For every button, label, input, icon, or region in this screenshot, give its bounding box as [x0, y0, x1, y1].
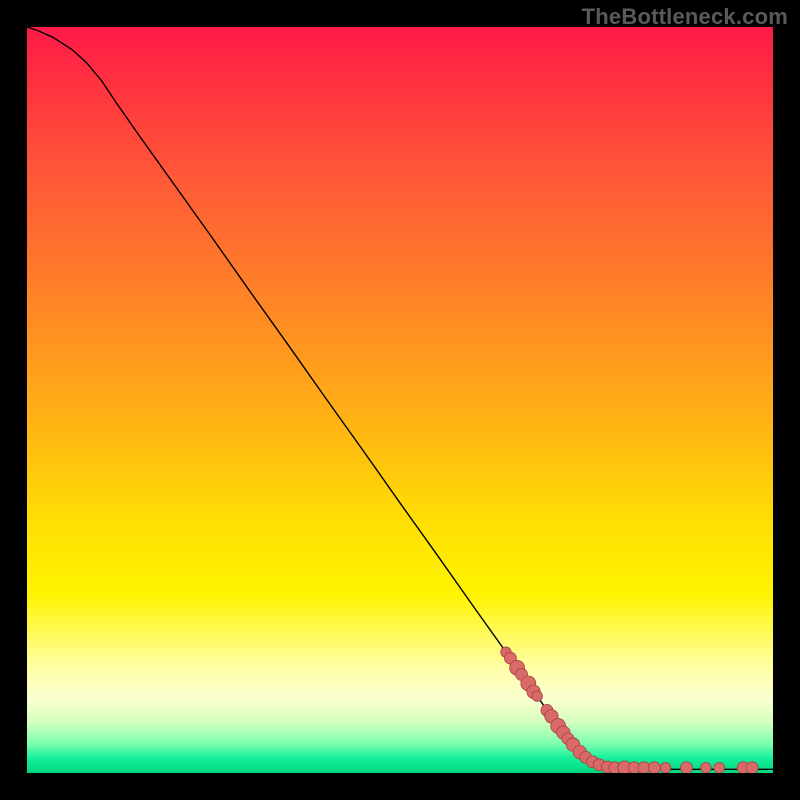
data-point	[714, 763, 724, 773]
data-point	[680, 762, 692, 773]
main-curve	[27, 27, 773, 769]
data-points-group	[501, 647, 758, 773]
data-point	[660, 763, 670, 773]
chart-svg-overlay	[27, 27, 773, 773]
watermark-text: TheBottleneck.com	[582, 4, 788, 30]
data-point	[701, 763, 711, 773]
data-point	[746, 762, 758, 773]
data-point	[532, 691, 542, 701]
data-point	[648, 762, 660, 773]
chart-plot-area	[27, 27, 773, 773]
